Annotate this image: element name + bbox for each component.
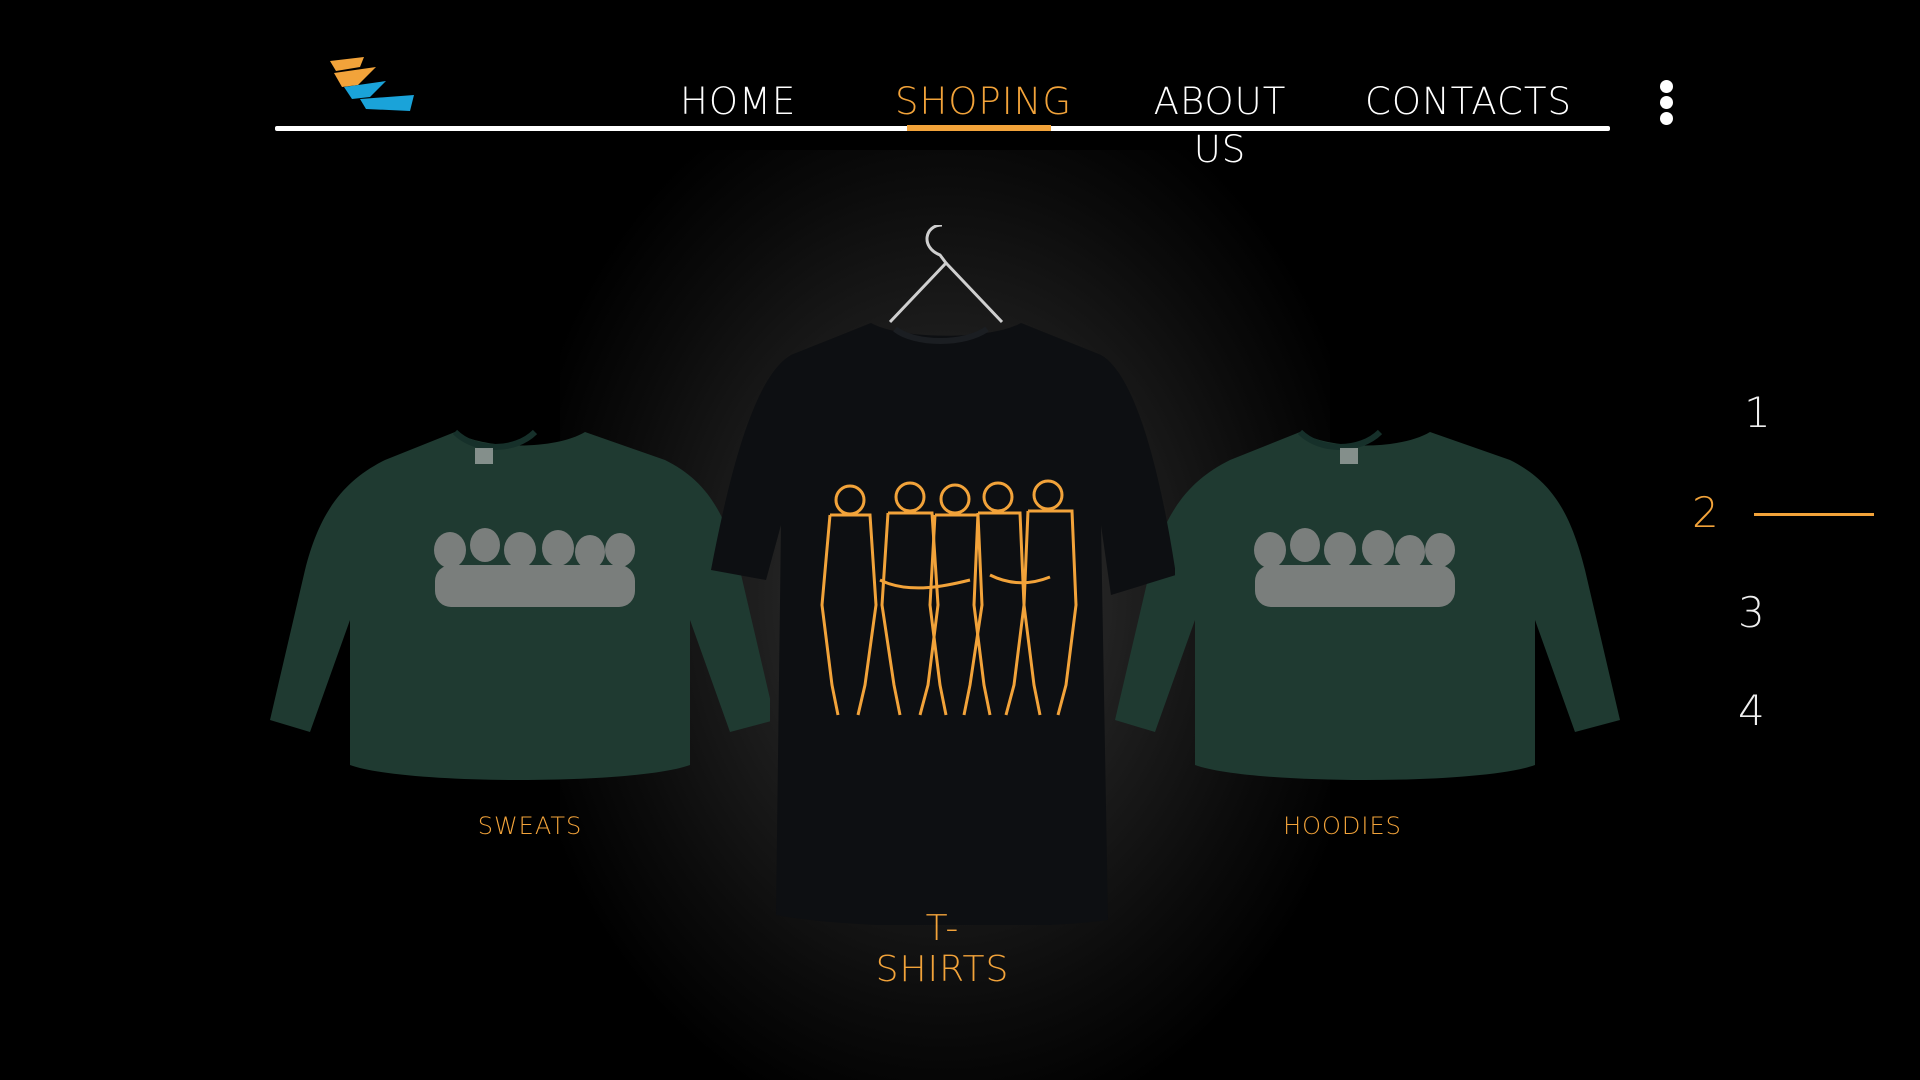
caption-sweats: SWEATS: [477, 812, 583, 840]
page-4[interactable]: 4: [1738, 686, 1765, 735]
caption-t-shirts: T-SHIRTS: [875, 908, 1010, 990]
nav-home[interactable]: HOME: [680, 78, 795, 126]
nav-shoping[interactable]: SHOPING: [895, 78, 1071, 126]
active-page-line: [1754, 513, 1874, 516]
product-t-shirts[interactable]: [710, 223, 1176, 927]
product-sweats[interactable]: [270, 420, 775, 800]
product-hoodies[interactable]: [1115, 420, 1620, 800]
sweatshirt-image: [270, 429, 775, 780]
tshirt-image: [711, 223, 1176, 927]
caption-hoodies: HOODIES: [1283, 812, 1402, 840]
page-3[interactable]: 3: [1738, 588, 1765, 637]
hoodie-image: [1115, 429, 1620, 780]
nav-about-us[interactable]: ABOUT US: [1125, 78, 1315, 171]
zigzag-logo-icon[interactable]: [330, 55, 420, 115]
active-nav-underline: [907, 125, 1051, 131]
nav-contacts[interactable]: CONTACTS: [1365, 78, 1571, 126]
page-2[interactable]: 2: [1692, 488, 1719, 537]
more-vertical-icon[interactable]: [1655, 80, 1679, 126]
page-1[interactable]: 1: [1744, 388, 1771, 437]
